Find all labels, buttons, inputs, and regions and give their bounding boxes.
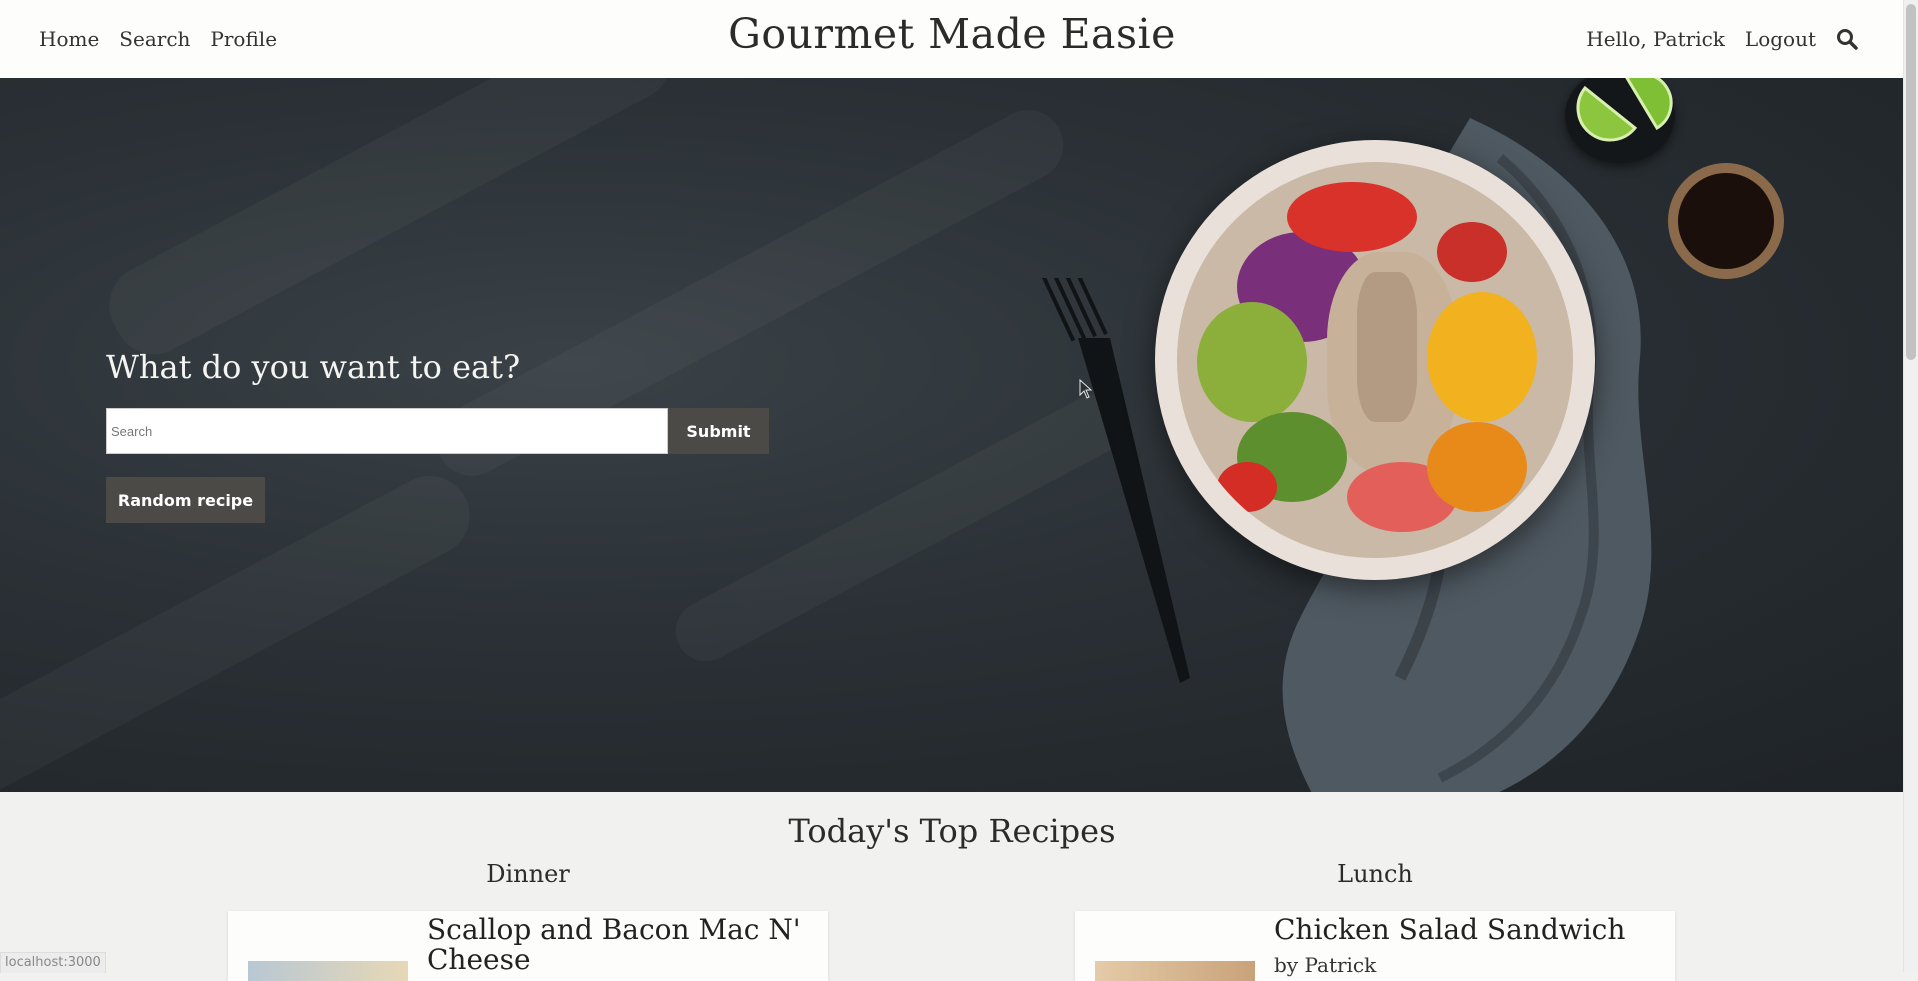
submit-button[interactable]: Submit <box>668 408 769 454</box>
logout-link[interactable]: Logout <box>1745 27 1816 51</box>
nav-right: Hello, Patrick Logout <box>1586 0 1858 78</box>
salad-bowl <box>1155 140 1595 580</box>
random-recipe-button[interactable]: Random recipe <box>106 477 265 523</box>
hero-banner: What do you want to eat? Submit Random r… <box>0 78 1904 792</box>
sauce-dish <box>1668 163 1784 279</box>
top-recipes-title: Today's Top Recipes <box>788 812 1116 850</box>
lime-dish <box>1565 78 1675 163</box>
status-bar-url: localhost:3000 <box>0 952 106 973</box>
mouse-cursor-icon <box>1079 379 1093 399</box>
search-icon[interactable] <box>1836 28 1858 50</box>
user-greeting[interactable]: Hello, Patrick <box>1586 27 1725 51</box>
lunch-heading: Lunch <box>1337 860 1413 888</box>
page-scrollbar[interactable] <box>1903 0 1918 972</box>
recipe-thumbnail[interactable] <box>248 961 408 981</box>
dinner-heading: Dinner <box>486 860 570 888</box>
navbar: Home Search Profile Gourmet Made Easie H… <box>0 0 1904 79</box>
recipe-title[interactable]: Scallop and Bacon Mac N' Cheese <box>427 915 817 975</box>
recipe-search-input[interactable] <box>106 408 668 454</box>
recipe-card-lunch[interactable]: Chicken Salad Sandwich by Patrick <box>1075 911 1675 981</box>
recipe-author: by Patrick <box>1274 953 1377 977</box>
recipe-title[interactable]: Chicken Salad Sandwich <box>1274 915 1664 945</box>
hero-title: What do you want to eat? <box>106 348 521 386</box>
recipe-card-dinner[interactable]: Scallop and Bacon Mac N' Cheese <box>228 911 828 981</box>
recipe-thumbnail[interactable] <box>1095 961 1255 981</box>
scrollbar-thumb[interactable] <box>1906 4 1916 360</box>
hero-search-form: Submit <box>106 408 769 454</box>
